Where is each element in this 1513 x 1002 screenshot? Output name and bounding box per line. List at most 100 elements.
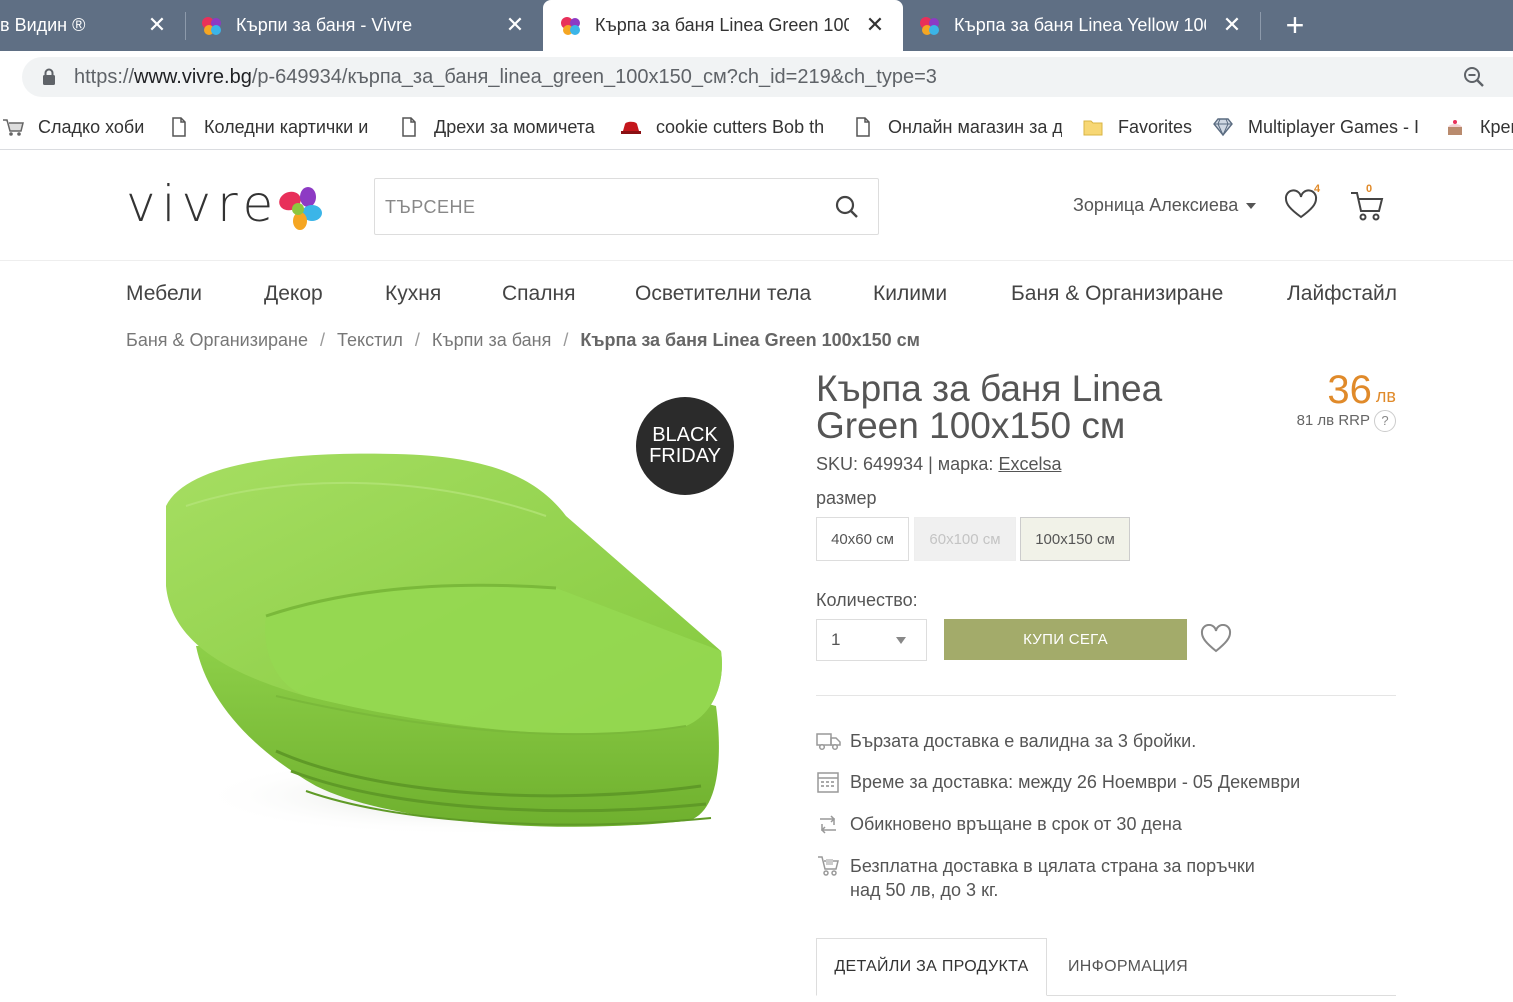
breadcrumb-separator: / (414, 330, 420, 350)
product-price: 36 лв (1300, 368, 1396, 412)
bookmark-item[interactable]: Коледни картички и (168, 114, 378, 140)
tab-title: Кърпа за баня Linea Yellow 100x (954, 15, 1206, 35)
browser-tab[interactable]: в Видин ® ✕ (0, 0, 185, 51)
nav-item-bedroom[interactable]: Спалня (502, 282, 575, 306)
browser-tab[interactable]: Кърпа за баня Linea Yellow 100x ✕ (918, 0, 1260, 51)
url-scheme: https:// (74, 66, 135, 88)
tab-information[interactable]: ИНФОРМАЦИЯ (1047, 938, 1209, 996)
info-returns: Обикновено връщане в срок от 30 дена (816, 812, 1182, 836)
brand-link[interactable]: Excelsa (998, 454, 1061, 474)
breadcrumb-separator: / (563, 330, 569, 350)
breadcrumb-item[interactable]: Текстил (337, 330, 403, 351)
browser-tab[interactable]: Кърпи за баня - Vivre ✕ (200, 0, 543, 51)
bookmark-label: Multiplayer Games - I (1248, 116, 1420, 137)
hat-icon (621, 121, 641, 134)
bookmark-item[interactable]: Онлайн магазин за д (852, 114, 1062, 140)
info-delivery-time: Време за доставка: между 26 Ноември - 05… (816, 770, 1300, 794)
cart-delivery-icon (818, 856, 839, 876)
calendar-icon (817, 772, 839, 793)
add-to-wishlist-heart-icon[interactable] (1200, 624, 1232, 654)
bookmark-item[interactable]: Multiplayer Games - I (1212, 114, 1422, 140)
quantity-label: Количество: (816, 590, 918, 610)
quantity-select[interactable]: 1 (816, 619, 927, 661)
cart-icon (3, 119, 24, 136)
sku-text: SKU: 649934 | марка: (816, 454, 999, 474)
user-menu[interactable]: Зорница Алексиева (1073, 195, 1257, 216)
rrp-text: 81 лв RRP (1296, 411, 1370, 429)
nav-item-lighting[interactable]: Осветителни тела (635, 282, 811, 306)
size-label: размер (816, 488, 877, 508)
nav-item-lifestyle[interactable]: Лайфстайл (1287, 282, 1397, 306)
main-nav: Мебели Декор Кухня Спалня Осветителни те… (126, 282, 1397, 312)
price-value: 36 (1327, 368, 1372, 412)
vivre-favicon-icon (561, 16, 580, 35)
new-tab-button[interactable]: + (1280, 8, 1310, 42)
url-path: /p-649934/кърпа_за_баня_linea_green_100x… (251, 66, 937, 88)
url-host: www.vivre.bg (134, 66, 252, 88)
omnibox[interactable]: https://www.vivre.bg/p-649934/кърпа_за_б… (22, 57, 1513, 97)
delivery-truck-icon (816, 733, 841, 751)
url-text[interactable]: https://www.vivre.bg/p-649934/кърпа_за_б… (74, 66, 937, 89)
quantity-value: 1 (831, 630, 841, 649)
bookmark-item[interactable]: Сладко хоби (2, 114, 152, 140)
tab-title: Кърпа за баня Linea Green 100x (595, 15, 849, 35)
close-icon[interactable]: ✕ (1220, 12, 1244, 38)
rrp-price: 81 лв RRP? (1270, 410, 1396, 432)
cart-count-badge: 0 (1366, 183, 1373, 195)
bookmark-item[interactable]: cookie cutters Bob th (620, 114, 832, 140)
info-text: Обикновено връщане в срок от 30 дена (850, 814, 1182, 834)
bookmark-item[interactable]: Favorites (1082, 114, 1202, 140)
bookmark-label: Favorites (1118, 116, 1193, 137)
vivre-favicon-icon (920, 16, 939, 35)
breadcrumb-item[interactable]: Кърпи за баня (432, 330, 551, 351)
close-icon[interactable]: ✕ (503, 12, 527, 38)
badge-line-2: FRIDAY (649, 445, 721, 467)
chevron-down-icon (896, 637, 906, 644)
zoom-icon[interactable] (1462, 65, 1486, 89)
search-box (374, 178, 879, 235)
bookmark-item[interactable]: Дрехи за момичета (398, 114, 608, 140)
info-fast-delivery: Бързата доставка е валидна за 3 бройки. (816, 729, 1196, 753)
bookmark-item[interactable]: Крем (1444, 114, 1513, 140)
size-option-100x150[interactable]: 100x150 см (1020, 517, 1130, 561)
close-icon[interactable]: ✕ (863, 12, 887, 38)
bookmark-label: Коледни картички и (204, 116, 369, 137)
user-name: Зорница Алексиева (1073, 195, 1239, 215)
nav-item-furniture[interactable]: Мебели (126, 282, 202, 306)
breadcrumb: Баня & Организиране / Текстил / Кърпи за бан… (126, 330, 920, 351)
close-icon[interactable]: ✕ (145, 12, 169, 38)
nav-item-rugs[interactable]: Килими (873, 282, 947, 306)
bookmark-label: cookie cutters Bob th (656, 116, 825, 137)
page-icon (856, 117, 870, 137)
nav-item-decor[interactable]: Декор (264, 282, 323, 306)
vivre-favicon-icon (202, 16, 221, 35)
tab-product-details[interactable]: ДЕТАЙЛИ ЗА ПРОДУКТА (816, 938, 1047, 996)
page-icon (402, 117, 416, 137)
nav-item-bath[interactable]: Баня & Организиране (1011, 282, 1223, 306)
size-option-60x100[interactable]: 60x100 см (914, 517, 1016, 561)
size-option-40x60[interactable]: 40x60 см (816, 517, 909, 561)
browser-tab-active[interactable]: Кърпа за баня Linea Green 100x ✕ (543, 0, 903, 51)
bookmark-label: Дрехи за момичета (434, 116, 595, 137)
search-input[interactable] (385, 189, 815, 225)
bookmark-label: Сладко хоби (38, 116, 145, 137)
vivre-logo[interactable]: vivre (126, 173, 326, 233)
search-icon[interactable] (834, 194, 860, 220)
heart-icon[interactable] (1284, 189, 1318, 221)
breadcrumb-separator: / (320, 330, 326, 350)
info-text: Бързата доставка е валидна за 3 бройки. (850, 731, 1197, 751)
chevron-down-icon (1246, 203, 1257, 210)
breadcrumb-item[interactable]: Баня & Организиране (126, 330, 308, 351)
buy-now-button[interactable]: КУПИ СЕГА (944, 619, 1187, 660)
address-bar: https://www.vivre.bg/p-649934/кърпа_за_б… (0, 51, 1513, 104)
black-friday-badge: BLACK FRIDAY (636, 397, 734, 495)
nav-item-kitchen[interactable]: Кухня (385, 282, 441, 306)
bookmark-label: Онлайн магазин за д (888, 116, 1062, 137)
logo-text: vivre (126, 175, 280, 233)
info-free-delivery: Безплатна доставка в цялата страна за по… (816, 854, 1276, 902)
help-icon[interactable]: ? (1374, 410, 1396, 432)
return-icon (820, 815, 836, 834)
browser-tab-bar: в Видин ® ✕ Кърпи за баня - Vivre ✕ Кърп… (0, 0, 1513, 51)
folder-icon (1083, 120, 1103, 136)
gem-icon (1213, 118, 1233, 137)
